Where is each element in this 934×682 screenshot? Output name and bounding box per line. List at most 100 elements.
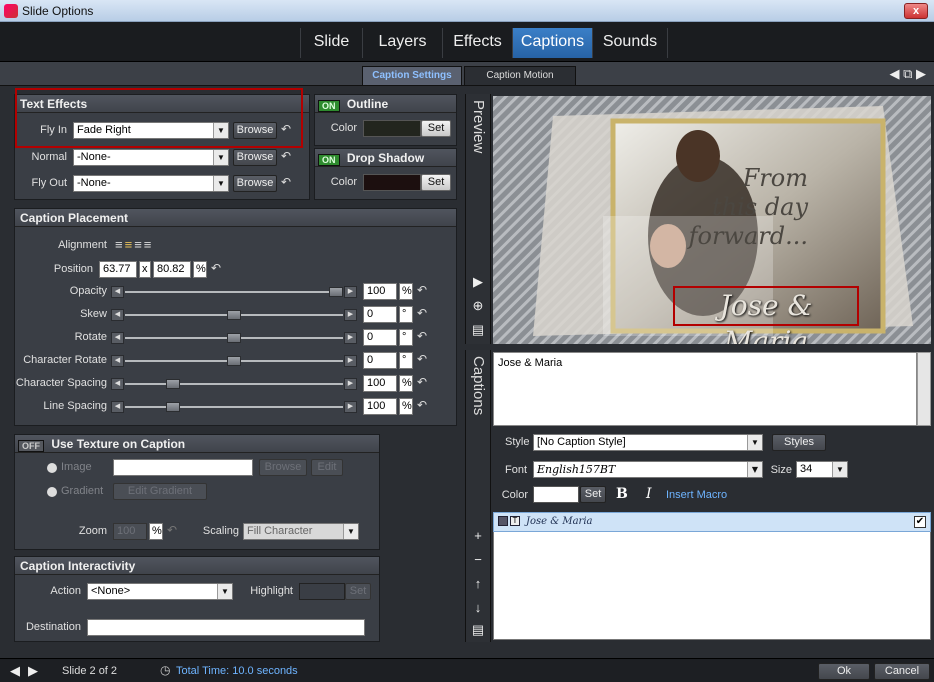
fly-out-browse-button[interactable]: Browse bbox=[233, 175, 277, 192]
font-select[interactable]: English157BT ▼ bbox=[533, 461, 763, 478]
slider-value-input[interactable]: 100 bbox=[363, 398, 397, 415]
outline-toggle[interactable]: ON bbox=[318, 100, 340, 112]
add-icon[interactable]: + bbox=[470, 528, 486, 544]
next-slide-icon[interactable]: ▶ bbox=[28, 663, 38, 679]
slider-thumb[interactable] bbox=[165, 379, 180, 389]
shadow-color-swatch[interactable] bbox=[363, 174, 421, 191]
slider-track[interactable] bbox=[125, 291, 343, 293]
chevron-down-icon[interactable]: ▼ bbox=[747, 462, 762, 477]
move-up-icon[interactable]: ↑ bbox=[470, 576, 486, 592]
caption-list-item[interactable]: T Jose & Maria ✔ bbox=[493, 512, 931, 532]
scaling-select[interactable]: Fill Character ▼ bbox=[243, 523, 359, 540]
tab-captions[interactable]: Captions bbox=[512, 28, 592, 58]
play-icon[interactable]: ▶ bbox=[470, 274, 486, 290]
slider-decrease-icon[interactable]: ◀ bbox=[111, 309, 124, 321]
image-radio[interactable] bbox=[47, 463, 57, 473]
close-button[interactable]: x bbox=[904, 3, 928, 19]
caption-scrollbar[interactable] bbox=[917, 352, 931, 426]
text-color-swatch[interactable] bbox=[533, 486, 579, 503]
select-icon[interactable]: ▤ bbox=[470, 322, 486, 338]
normal-select[interactable]: -None- ▼ bbox=[73, 149, 229, 166]
align-center-icon[interactable]: ≡ bbox=[125, 237, 135, 252]
tab-slide[interactable]: Slide bbox=[300, 28, 362, 58]
shadow-set-button[interactable]: Set bbox=[421, 174, 451, 191]
slider-thumb[interactable] bbox=[227, 333, 241, 343]
slider-increase-icon[interactable]: ▶ bbox=[344, 355, 357, 367]
text-color-set-button[interactable]: Set bbox=[580, 486, 606, 503]
chevron-down-icon[interactable]: ▼ bbox=[213, 150, 228, 165]
remove-icon[interactable]: − bbox=[470, 552, 486, 568]
action-select[interactable]: <None> ▼ bbox=[87, 583, 233, 600]
slider-increase-icon[interactable]: ▶ bbox=[344, 286, 357, 298]
slider[interactable]: ◀ ▶ bbox=[111, 378, 357, 390]
slider-increase-icon[interactable]: ▶ bbox=[344, 401, 357, 413]
tab-caption-settings[interactable]: Caption Settings bbox=[362, 66, 462, 86]
slider-thumb[interactable] bbox=[227, 310, 241, 320]
slider[interactable]: ◀ ▶ bbox=[111, 401, 357, 413]
outline-set-button[interactable]: Set bbox=[421, 120, 451, 137]
chevron-down-icon[interactable]: ▼ bbox=[213, 123, 228, 138]
slider-increase-icon[interactable]: ▶ bbox=[344, 309, 357, 321]
edit-gradient-button[interactable]: Edit Gradient bbox=[113, 483, 207, 500]
highlight-swatch[interactable] bbox=[299, 583, 345, 600]
undo-icon[interactable]: ↶ bbox=[281, 149, 291, 163]
outline-color-swatch[interactable] bbox=[363, 120, 421, 137]
chevron-down-icon[interactable]: ▼ bbox=[832, 462, 847, 477]
caption-text-area[interactable]: Jose & Maria bbox=[493, 352, 917, 426]
slider-value-input[interactable]: 0 bbox=[363, 329, 397, 346]
zoom-icon[interactable]: ⊕ bbox=[470, 298, 486, 314]
prev-slide-icon[interactable]: ◀ bbox=[10, 663, 20, 679]
insert-macro-link[interactable]: Insert Macro bbox=[666, 489, 727, 501]
fly-in-browse-button[interactable]: Browse bbox=[233, 122, 277, 139]
slider-value-input[interactable]: 100 bbox=[363, 283, 397, 300]
preview-canvas[interactable]: From this day forward... Jose & Maria bbox=[493, 96, 931, 344]
preview-caption[interactable]: Jose & Maria bbox=[673, 286, 859, 344]
chevron-down-icon[interactable]: ▼ bbox=[217, 584, 232, 599]
styles-button[interactable]: Styles bbox=[772, 434, 826, 451]
chevron-down-icon[interactable]: ▼ bbox=[213, 176, 228, 191]
next-arrow-icon[interactable]: ▶ bbox=[916, 66, 926, 81]
tab-caption-motion[interactable]: Caption Motion bbox=[464, 66, 576, 86]
slider-track[interactable] bbox=[125, 406, 343, 408]
slider-increase-icon[interactable]: ▶ bbox=[344, 378, 357, 390]
slider-thumb[interactable] bbox=[227, 356, 241, 366]
align-left-icon[interactable]: ≡ bbox=[115, 237, 125, 252]
undo-icon[interactable]: ↶ bbox=[417, 375, 427, 389]
slider-decrease-icon[interactable]: ◀ bbox=[111, 378, 124, 390]
undo-icon[interactable]: ↶ bbox=[281, 122, 291, 136]
undo-icon[interactable]: ↶ bbox=[211, 261, 221, 275]
tab-effects[interactable]: Effects bbox=[442, 28, 512, 58]
normal-browse-button[interactable]: Browse bbox=[233, 149, 277, 166]
cancel-button[interactable]: Cancel bbox=[874, 663, 930, 680]
slider-increase-icon[interactable]: ▶ bbox=[344, 332, 357, 344]
undo-icon[interactable]: ↶ bbox=[417, 306, 427, 320]
highlight-set-button[interactable]: Set bbox=[345, 583, 371, 600]
slider[interactable]: ◀ ▶ bbox=[111, 332, 357, 344]
slider-track[interactable] bbox=[125, 383, 343, 385]
chevron-down-icon[interactable]: ▼ bbox=[747, 435, 762, 450]
fly-out-select[interactable]: -None- ▼ bbox=[73, 175, 229, 192]
slider[interactable]: ◀ ▶ bbox=[111, 309, 357, 321]
slider-decrease-icon[interactable]: ◀ bbox=[111, 401, 124, 413]
italic-button[interactable]: I bbox=[646, 486, 652, 502]
slider-thumb[interactable] bbox=[329, 287, 343, 297]
style-select[interactable]: [No Caption Style] ▼ bbox=[533, 434, 763, 451]
align-right-icon[interactable]: ≡ bbox=[134, 237, 144, 252]
texture-browse-button[interactable]: Browse bbox=[259, 459, 307, 476]
fly-in-select[interactable]: Fade Right ▼ bbox=[73, 122, 229, 139]
slider-value-input[interactable]: 0 bbox=[363, 306, 397, 323]
destination-input[interactable] bbox=[87, 619, 365, 636]
undo-icon[interactable]: ↶ bbox=[417, 398, 427, 412]
align-justify-icon[interactable]: ≡ bbox=[144, 237, 154, 252]
undo-icon[interactable]: ↶ bbox=[281, 175, 291, 189]
undo-icon[interactable]: ↶ bbox=[417, 283, 427, 297]
tab-layers[interactable]: Layers bbox=[362, 28, 442, 58]
caption-visible-checkbox[interactable]: ✔ bbox=[914, 516, 926, 528]
image-path-input[interactable] bbox=[113, 459, 253, 476]
ok-button[interactable]: Ok bbox=[818, 663, 870, 680]
undo-icon[interactable]: ↶ bbox=[417, 329, 427, 343]
slider[interactable]: ◀ ▶ bbox=[111, 286, 357, 298]
slider-decrease-icon[interactable]: ◀ bbox=[111, 355, 124, 367]
gradient-radio[interactable] bbox=[47, 487, 57, 497]
slider[interactable]: ◀ ▶ bbox=[111, 355, 357, 367]
